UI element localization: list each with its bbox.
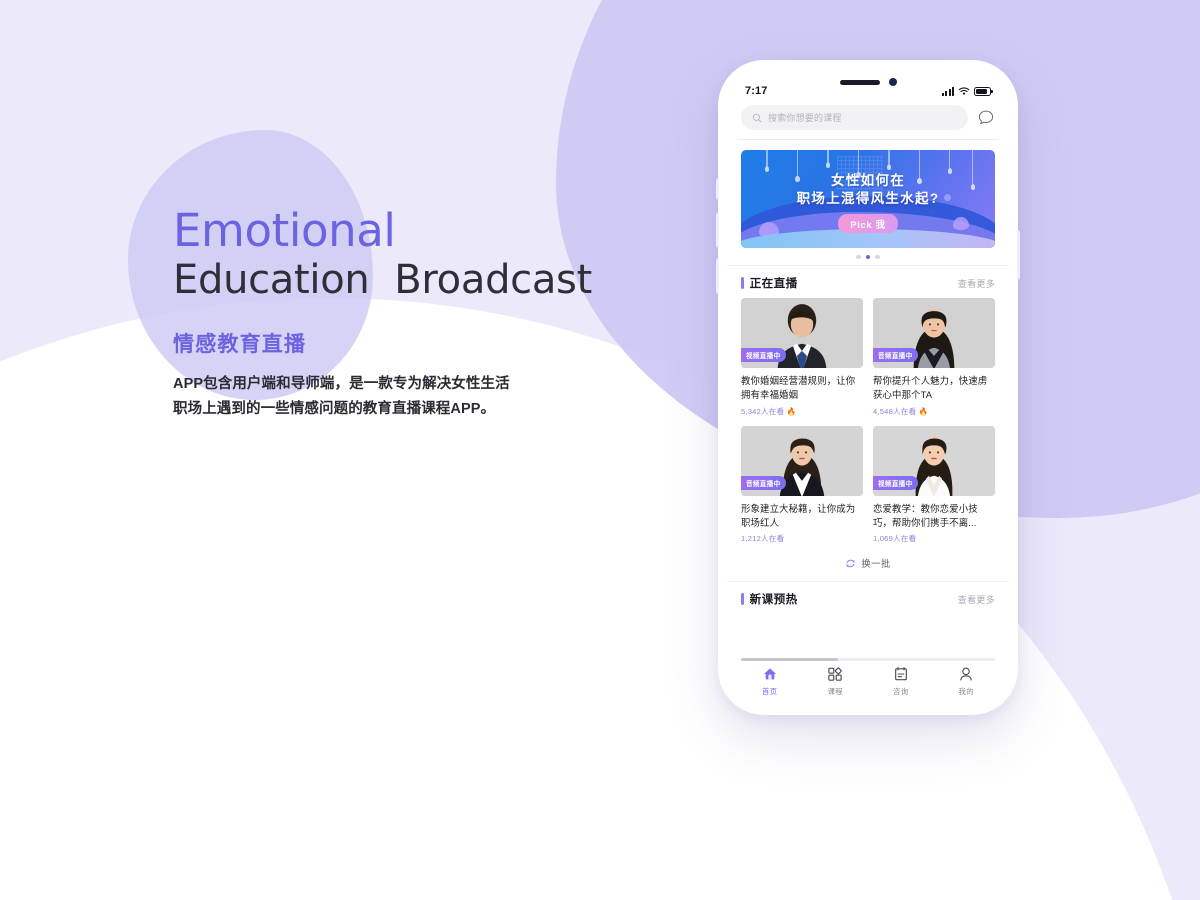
tab-profile[interactable]: 我的 — [934, 665, 1000, 697]
section-title-newcourses: 新课预热 — [749, 593, 798, 607]
refresh-batch-button[interactable]: 换一批 — [727, 544, 1009, 581]
live-card[interactable]: 视频直播中 教你婚姻经营潜规则，让你拥有幸福婚姻 5,342人在看 🔥 — [741, 298, 863, 416]
search-icon — [752, 113, 762, 122]
status-indicators — [942, 86, 993, 96]
scroll-indicator[interactable] — [741, 658, 995, 661]
refresh-icon — [846, 559, 855, 568]
live-card-grid: 视频直播中 教你婚姻经营潜规则，让你拥有幸福婚姻 5,342人在看 🔥 音频直播… — [727, 298, 1009, 544]
live-card-viewers: 4,548人在看 — [873, 406, 917, 416]
live-card-meta: 1,212人在看 — [741, 533, 863, 544]
section-accent-bar — [741, 277, 744, 290]
live-card-meta: 1,069人在看 — [873, 533, 995, 544]
cellular-bars-icon — [942, 86, 954, 96]
section-title-group-live: 正在直播 — [741, 275, 798, 291]
banner-carousel[interactable]: 女性如何在 职场上混得风生水起? Pick 我 — [727, 140, 1009, 265]
live-card-badge: 视频直播中 — [741, 348, 787, 363]
live-card-thumbnail[interactable]: 视频直播中 — [873, 425, 995, 496]
phone-screen: 7:17 搜索你想要的课程 女性如何在 职场上混得风生水起? Pick 我 正在… — [727, 69, 1009, 706]
phone-top-hardware — [727, 77, 1009, 87]
tab-label-home: 首页 — [762, 687, 778, 696]
hero-body-line1: APP包含用户端和导师端，是一款专为解决女性生活 — [173, 376, 510, 393]
phone-button-silent[interactable] — [716, 178, 719, 200]
section-more-link-live[interactable]: 查看更多 — [958, 277, 995, 290]
wifi-icon — [958, 86, 970, 95]
fire-icon: 🔥 — [918, 406, 929, 416]
live-card-viewers: 1,212人在看 — [741, 534, 785, 544]
hero-chinese-heading: 情感教育直播 — [173, 333, 307, 357]
banner-dot-0[interactable] — [856, 255, 861, 260]
live-card-meta: 5,342人在看 🔥 — [741, 406, 863, 417]
grid-courses-icon — [828, 667, 842, 681]
person-icon — [960, 667, 973, 681]
live-card-badge: 音频直播中 — [873, 348, 919, 363]
search-input[interactable]: 搜索你想要的课程 — [741, 105, 968, 130]
live-card[interactable]: 视频直播中 恋爱教学：教你恋爱小技巧，帮助你们携手不离... 1,069人在看 — [873, 425, 995, 544]
page-background — [0, 0, 1200, 900]
battery-icon — [974, 86, 993, 96]
banner-headline-line2: 职场上混得风生水起? — [796, 191, 940, 207]
fire-icon: 🔥 — [786, 406, 797, 416]
section-header-live: 正在直播 查看更多 — [727, 266, 1009, 298]
banner-text: 女性如何在 职场上混得风生水起? Pick 我 — [741, 172, 995, 233]
refresh-label: 换一批 — [861, 558, 891, 570]
live-card-title: 形象建立大秘籍，让你成为职场红人 — [741, 502, 856, 528]
clipboard-icon — [894, 667, 907, 681]
live-card-title: 恋爱教学：教你恋爱小技巧，帮助你们携手不离... — [873, 502, 978, 528]
hero-title-line1: Emotional — [173, 204, 396, 257]
bottom-tab-bar: 首页 课程 咨询 我的 — [727, 658, 1009, 706]
section-title-live: 正在直播 — [749, 277, 798, 291]
banner-dot-2[interactable] — [875, 255, 880, 260]
hero-copy: Emotional Education Broadcast 情感教育直播 APP… — [173, 204, 693, 422]
home-icon — [763, 668, 776, 680]
live-card[interactable]: 音频直播中 帮你提升个人魅力，快速虏获心中那个TA 4,548人在看 🔥 — [873, 298, 995, 416]
hero-title-line2: Education Broadcast — [173, 256, 592, 303]
banner-headline-line1: 女性如何在 — [831, 173, 905, 188]
tab-label-consult: 咨询 — [893, 687, 909, 696]
banner-cta-button[interactable]: Pick 我 — [838, 214, 898, 233]
live-card-viewers: 1,069人在看 — [873, 534, 917, 544]
banner-slide[interactable]: 女性如何在 职场上混得风生水起? Pick 我 — [741, 150, 995, 248]
phone-button-power[interactable] — [1017, 230, 1020, 280]
front-camera-icon — [888, 78, 897, 86]
live-card-title: 帮你提升个人魅力，快速虏获心中那个TA — [873, 375, 988, 401]
tab-consult[interactable]: 咨询 — [868, 665, 934, 697]
live-card[interactable]: 音频直播中 形象建立大秘籍，让你成为职场红人 1,212人在看 — [741, 425, 863, 544]
chat-bubble-icon[interactable] — [977, 109, 995, 127]
tab-home[interactable]: 首页 — [737, 665, 803, 697]
earpiece-speaker-icon — [839, 79, 880, 85]
section-header-newcourses: 新课预热 查看更多 — [727, 582, 1009, 614]
tab-courses[interactable]: 课程 — [803, 665, 869, 697]
live-card-viewers: 5,342人在看 — [741, 406, 785, 416]
banner-dot-1[interactable] — [865, 255, 871, 260]
hero-chinese-body: APP包含用户端和导师端，是一款专为解决女性生活 职场上遇到的一些情感问题的教育… — [173, 372, 693, 422]
phone-button-volume-up[interactable] — [716, 212, 719, 248]
section-accent-bar — [741, 593, 744, 606]
search-bar: 搜索你想要的课程 — [727, 99, 1009, 139]
tab-label-courses: 课程 — [827, 687, 843, 696]
phone-button-volume-down[interactable] — [716, 258, 719, 294]
tabs: 首页 课程 咨询 我的 — [737, 665, 999, 697]
live-card-thumbnail[interactable]: 音频直播中 — [741, 425, 863, 496]
live-card-meta: 4,548人在看 🔥 — [873, 406, 995, 417]
section-more-link-newcourses[interactable]: 查看更多 — [958, 593, 995, 606]
live-card-title: 教你婚姻经营潜规则，让你拥有幸福婚姻 — [741, 375, 856, 401]
phone-mockup: 7:17 搜索你想要的课程 女性如何在 职场上混得风生水起? Pick 我 正在… — [716, 60, 1020, 715]
banner-dots[interactable] — [741, 248, 995, 265]
tab-label-profile: 我的 — [958, 687, 974, 696]
live-card-thumbnail[interactable]: 视频直播中 — [741, 298, 863, 369]
section-title-group-newcourses: 新课预热 — [741, 591, 798, 607]
live-card-badge: 视频直播中 — [873, 475, 919, 490]
search-placeholder: 搜索你想要的课程 — [768, 113, 842, 123]
live-card-thumbnail[interactable]: 音频直播中 — [873, 298, 995, 369]
live-card-badge: 音频直播中 — [741, 475, 787, 490]
hero-body-line2: 职场上遇到的一些情感问题的教育直播课程APP。 — [173, 401, 496, 418]
